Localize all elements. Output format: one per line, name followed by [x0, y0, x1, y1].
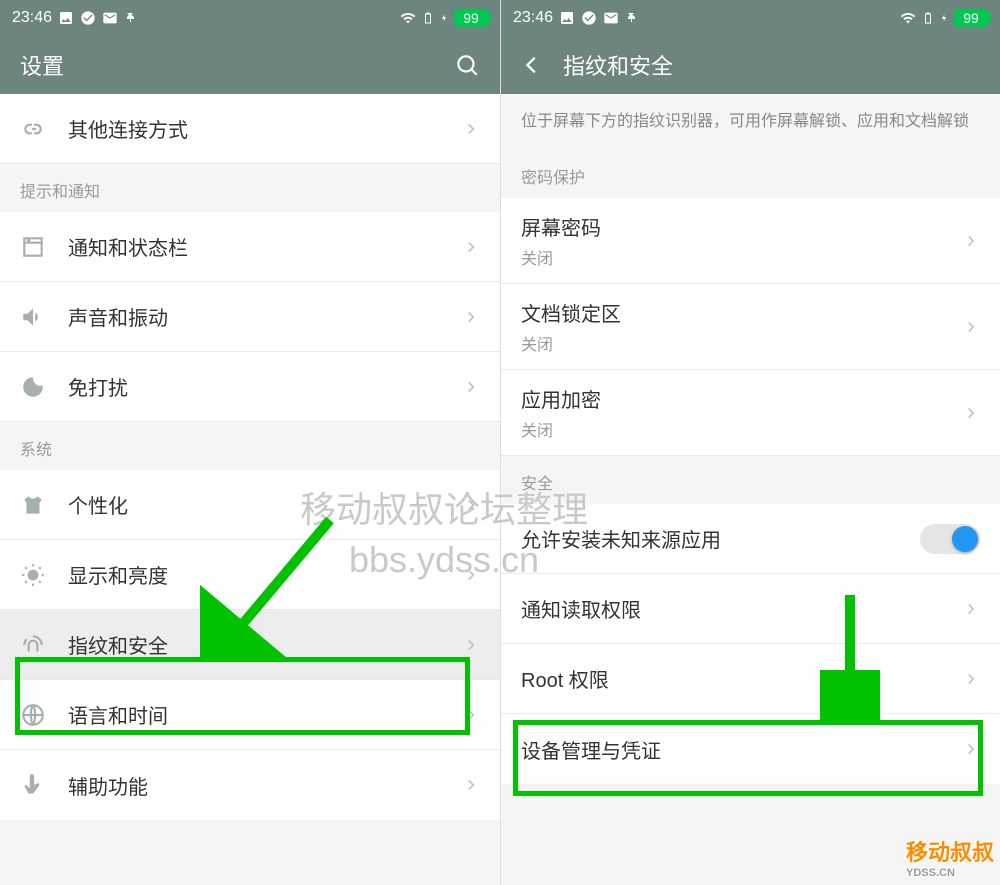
chevron-right-icon	[462, 496, 480, 514]
row-label: 其他连接方式	[68, 114, 188, 143]
charging-icon	[439, 10, 449, 26]
row-do-not-disturb[interactable]: 免打扰	[0, 352, 500, 422]
row-accessibility[interactable]: 辅助功能	[0, 750, 500, 820]
mail-icon	[603, 10, 619, 26]
row-label: 应用加密	[521, 384, 601, 413]
sound-icon	[20, 304, 46, 330]
row-personalization[interactable]: 个性化	[0, 470, 500, 540]
row-sound-vibration[interactable]: 声音和振动	[0, 282, 500, 352]
image-icon	[58, 10, 74, 26]
row-root-permission[interactable]: Root 权限	[501, 644, 1000, 714]
chevron-right-icon	[962, 318, 980, 336]
row-notifications-statusbar[interactable]: 通知和状态栏	[0, 212, 500, 282]
row-label: 设备管理与凭证	[521, 735, 661, 764]
moon-icon	[20, 374, 46, 400]
notification-icon	[20, 234, 46, 260]
app-bar-settings: 设置	[0, 36, 500, 94]
chevron-right-icon	[962, 600, 980, 618]
section-password-protection: 密码保护	[501, 150, 1000, 198]
row-sublabel: 关闭	[521, 245, 601, 269]
row-label: 文档锁定区	[521, 298, 621, 327]
row-language-time[interactable]: 语言和时间	[0, 680, 500, 750]
chevron-right-icon	[962, 740, 980, 758]
battery-level: 99	[954, 9, 988, 27]
row-label: 通知和状态栏	[68, 232, 188, 261]
section-security: 安全	[501, 456, 1000, 504]
search-icon[interactable]	[454, 52, 480, 78]
row-label: 屏幕密码	[521, 212, 601, 241]
battery-outline-icon	[922, 9, 934, 27]
section-notifications: 提示和通知	[0, 164, 500, 212]
status-bar: 23:46 99	[0, 0, 500, 36]
row-label: 个性化	[68, 490, 128, 519]
fingerprint-icon	[20, 632, 46, 658]
row-fingerprint-security[interactable]: 指纹和安全	[0, 610, 500, 680]
globe-icon	[20, 702, 46, 728]
toggle-unknown-sources[interactable]	[920, 524, 980, 554]
hand-icon	[20, 772, 46, 798]
row-notification-access[interactable]: 通知读取权限	[501, 574, 1000, 644]
settings-list[interactable]: 其他连接方式 提示和通知 通知和状态栏 声音和振动 免打扰 系统 个性化	[0, 94, 500, 885]
row-document-lock[interactable]: 文档锁定区 关闭	[501, 284, 1000, 370]
row-label: 通知读取权限	[521, 594, 641, 623]
fingerprint-description: 位于屏幕下方的指纹识别器，可用作屏幕解锁、应用和文档解锁	[501, 94, 1000, 150]
link-icon	[20, 116, 46, 142]
chevron-right-icon	[962, 670, 980, 688]
image-icon	[559, 10, 575, 26]
chevron-right-icon	[462, 636, 480, 654]
wifi-icon	[899, 10, 917, 26]
chevron-right-icon	[462, 308, 480, 326]
battery-outline-icon	[422, 9, 434, 27]
chevron-right-icon	[962, 404, 980, 422]
page-title: 设置	[20, 49, 64, 81]
row-label: 指纹和安全	[68, 630, 168, 659]
clock: 23:46	[12, 9, 52, 27]
row-unknown-sources[interactable]: 允许安装未知来源应用	[501, 504, 1000, 574]
check-circle-icon	[80, 10, 96, 26]
usb-icon	[625, 10, 637, 26]
row-label: 声音和振动	[68, 302, 168, 331]
row-device-admin[interactable]: 设备管理与凭证	[501, 714, 1000, 784]
chevron-right-icon	[462, 776, 480, 794]
chevron-right-icon	[462, 238, 480, 256]
row-label: Root 权限	[521, 664, 609, 693]
row-other-connections[interactable]: 其他连接方式	[0, 94, 500, 164]
chevron-right-icon	[962, 232, 980, 250]
row-label: 免打扰	[68, 372, 128, 401]
chevron-right-icon	[462, 566, 480, 584]
battery-level: 99	[454, 9, 488, 27]
chevron-right-icon	[462, 120, 480, 138]
usb-icon	[124, 10, 136, 26]
row-label: 语言和时间	[68, 700, 168, 729]
row-screen-password[interactable]: 屏幕密码 关闭	[501, 198, 1000, 284]
row-label: 显示和亮度	[68, 560, 168, 589]
clock: 23:46	[513, 9, 553, 27]
row-app-encryption[interactable]: 应用加密 关闭	[501, 370, 1000, 456]
row-label: 允许安装未知来源应用	[521, 524, 721, 553]
section-system: 系统	[0, 422, 500, 470]
back-icon[interactable]	[521, 54, 543, 76]
status-bar: 23:46 99	[501, 0, 1000, 36]
wifi-icon	[399, 10, 417, 26]
charging-icon	[939, 10, 949, 26]
row-sublabel: 关闭	[521, 417, 601, 441]
mail-icon	[102, 10, 118, 26]
chevron-right-icon	[462, 706, 480, 724]
phone-right: 23:46 99 指纹和安全 位于屏幕下方的指纹识别器，可用作屏幕解锁、应用和文…	[500, 0, 1000, 885]
fingerprint-security-list[interactable]: 位于屏幕下方的指纹识别器，可用作屏幕解锁、应用和文档解锁 密码保护 屏幕密码 关…	[501, 94, 1000, 885]
row-label: 辅助功能	[68, 771, 148, 800]
row-sublabel: 关闭	[521, 331, 621, 355]
row-display-brightness[interactable]: 显示和亮度	[0, 540, 500, 610]
page-title: 指纹和安全	[563, 49, 673, 81]
brightness-icon	[20, 562, 46, 588]
phone-left: 23:46 99 设置 其他连接方式 提示和通知 通知和状态栏	[0, 0, 500, 885]
app-bar-fingerprint: 指纹和安全	[501, 36, 1000, 94]
check-circle-icon	[581, 10, 597, 26]
chevron-right-icon	[462, 378, 480, 396]
shirt-icon	[20, 492, 46, 518]
